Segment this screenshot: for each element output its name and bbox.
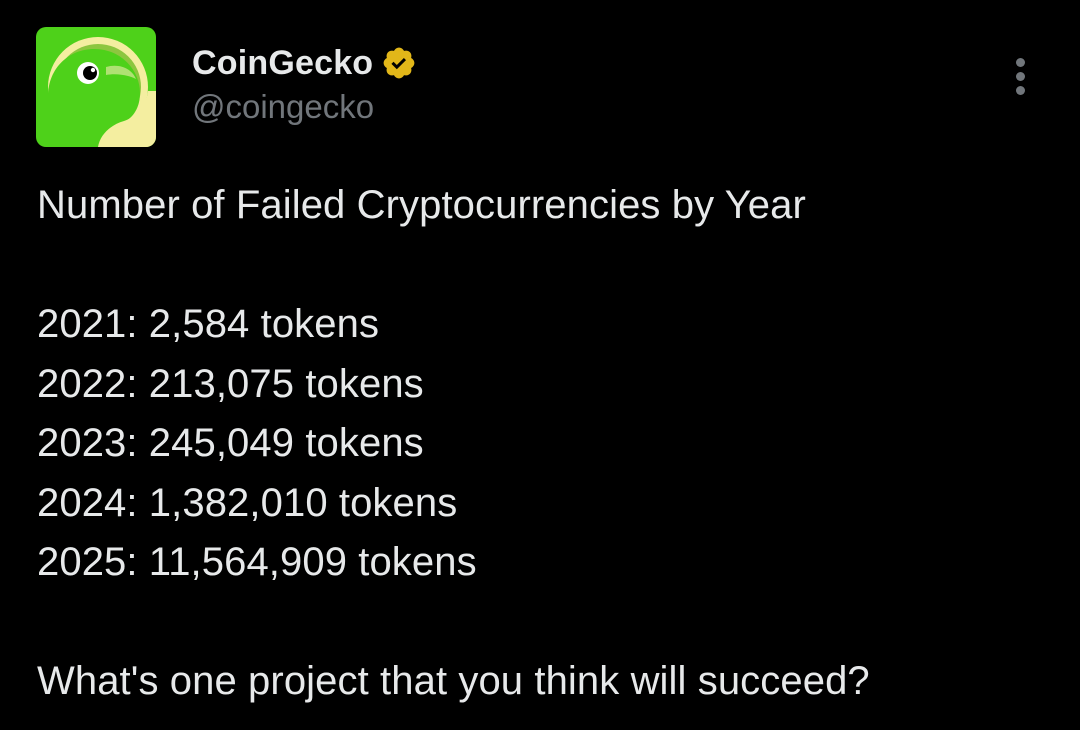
tweet-line: 2022: 213,075 tokens bbox=[37, 361, 424, 406]
more-vertical-icon[interactable] bbox=[1000, 52, 1040, 102]
tweet-line: 2021: 2,584 tokens bbox=[37, 302, 380, 346]
tweet-text: Number of Failed Cryptocurrencies by Yea… bbox=[37, 176, 1067, 712]
tweet-line: 2025: 11,564,909 tokens bbox=[37, 540, 477, 584]
tweet-title: Number of Failed Cryptocurrencies by Yea… bbox=[37, 183, 806, 227]
tweet-line: 2024: 1,382,010 tokens bbox=[37, 480, 458, 525]
handle[interactable]: @coingecko bbox=[192, 88, 417, 126]
author-info: CoinGecko @coingecko bbox=[192, 40, 417, 126]
verified-badge-icon[interactable] bbox=[381, 45, 417, 81]
display-name[interactable]: CoinGecko bbox=[192, 44, 373, 83]
tweet-line: 2023: 245,049 tokens bbox=[37, 421, 424, 465]
coingecko-logo-icon bbox=[36, 27, 156, 147]
tweet-question: What's one project that you think will s… bbox=[37, 659, 870, 703]
name-row: CoinGecko bbox=[192, 40, 417, 86]
tweet-card: CoinGecko @coingecko Number of Failed Cr… bbox=[0, 0, 1080, 730]
avatar[interactable] bbox=[36, 27, 156, 147]
